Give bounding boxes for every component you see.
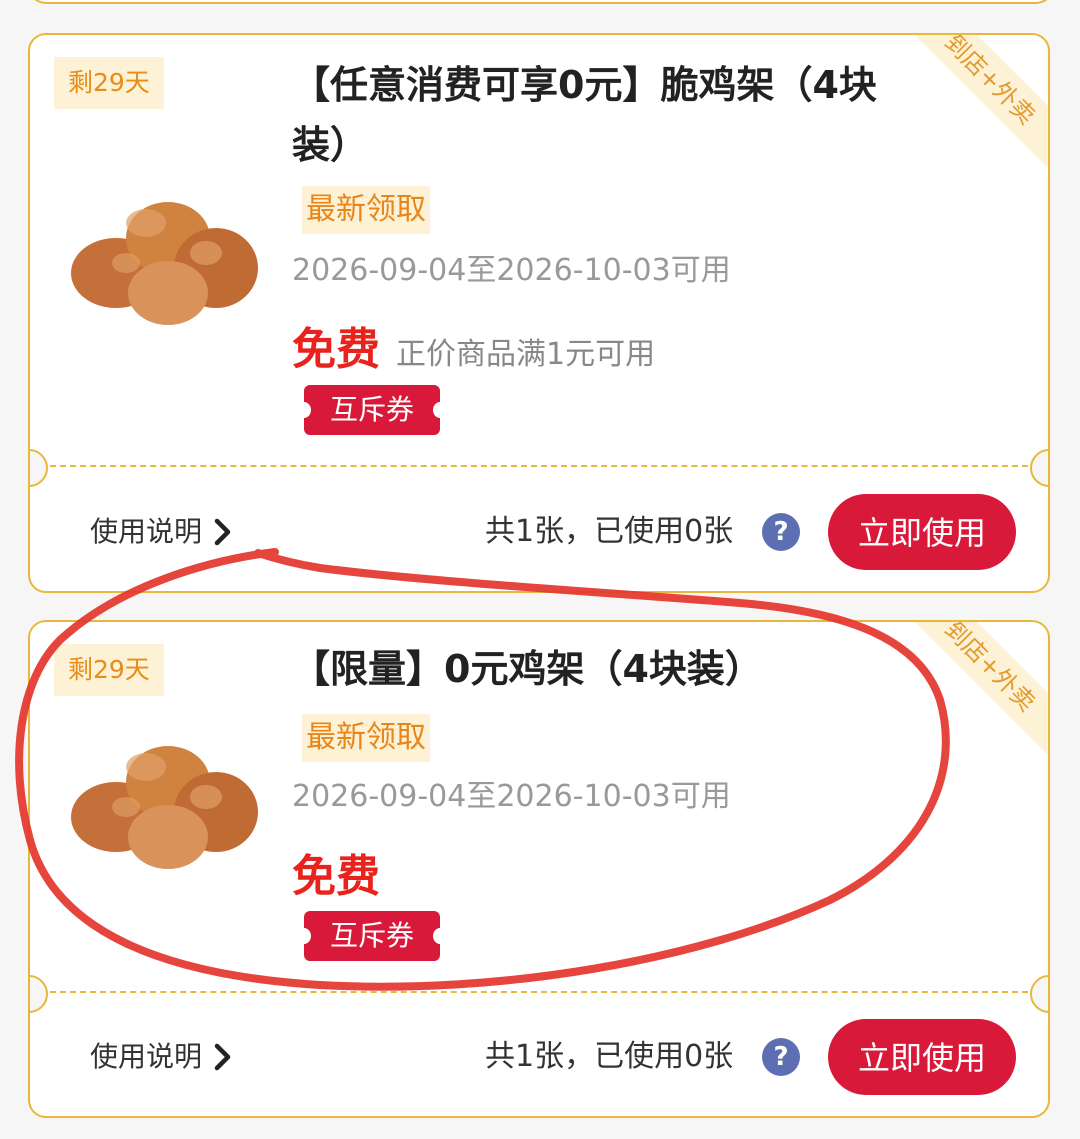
coupon-card: 剩29天 到店+外卖 【限量】0元鸡架（4块装） 最新领取 2026-09-04…: [28, 620, 1050, 1118]
usage-instructions-link[interactable]: 使用说明: [90, 512, 234, 552]
exclusive-coupon-tag: 互斥券: [297, 385, 447, 435]
question-icon[interactable]: ?: [762, 513, 800, 551]
ticket-notch-left: [30, 975, 48, 1013]
price-label: 免费: [292, 324, 380, 375]
coupon-title: 【任意消费可享0元】脆鸡架（4块装）: [292, 63, 877, 167]
price-row: 免费: [292, 840, 380, 904]
usage-count: 共1张，已使用0张: [485, 514, 734, 549]
question-icon[interactable]: ?: [762, 1038, 800, 1076]
usage-count: 共1张，已使用0张: [485, 1039, 734, 1074]
fried-chicken-image: [71, 202, 258, 325]
days-left-badge: 剩29天: [54, 644, 164, 696]
price-row: 免费 正价商品满1元可用: [292, 313, 655, 377]
validity-date: 2026-09-04至2026-10-03可用: [292, 779, 731, 814]
exclusive-coupon-tag: 互斥券: [297, 911, 447, 961]
use-now-button[interactable]: 立即使用: [828, 1019, 1016, 1095]
channel-ribbon: 到店+外卖: [896, 622, 1048, 760]
coupon-card: 剩29天 到店+外卖 【任意消费可享0元】脆鸡架（4块装） 最新领取 2026-…: [28, 33, 1050, 593]
ticket-notch-left: [30, 449, 48, 487]
usage-instructions-label: 使用说明: [90, 1040, 203, 1073]
dashed-divider: [50, 991, 1028, 993]
usage-instructions-link[interactable]: 使用说明: [90, 1037, 234, 1077]
new-tag: 最新领取: [302, 186, 430, 234]
ticket-notch-right: [1030, 975, 1048, 1013]
chevron-right-icon: [214, 518, 231, 546]
days-left-badge: 剩29天: [54, 57, 164, 109]
validity-date: 2026-09-04至2026-10-03可用: [292, 253, 731, 288]
price-label: 免费: [292, 851, 380, 902]
new-tag: 最新领取: [302, 714, 430, 762]
channel-ribbon: 到店+外卖: [896, 35, 1048, 173]
dashed-divider: [50, 465, 1028, 467]
coupon-title: 【限量】0元鸡架（4块装）: [292, 647, 763, 691]
fried-chicken-image: [71, 746, 258, 869]
usage-instructions-label: 使用说明: [90, 515, 203, 548]
previous-coupon-card-edge: [28, 0, 1054, 4]
chevron-right-icon: [214, 1043, 231, 1071]
ticket-notch-right: [1030, 449, 1048, 487]
use-now-button[interactable]: 立即使用: [828, 494, 1016, 570]
usage-condition: 正价商品满1元可用: [396, 337, 656, 372]
